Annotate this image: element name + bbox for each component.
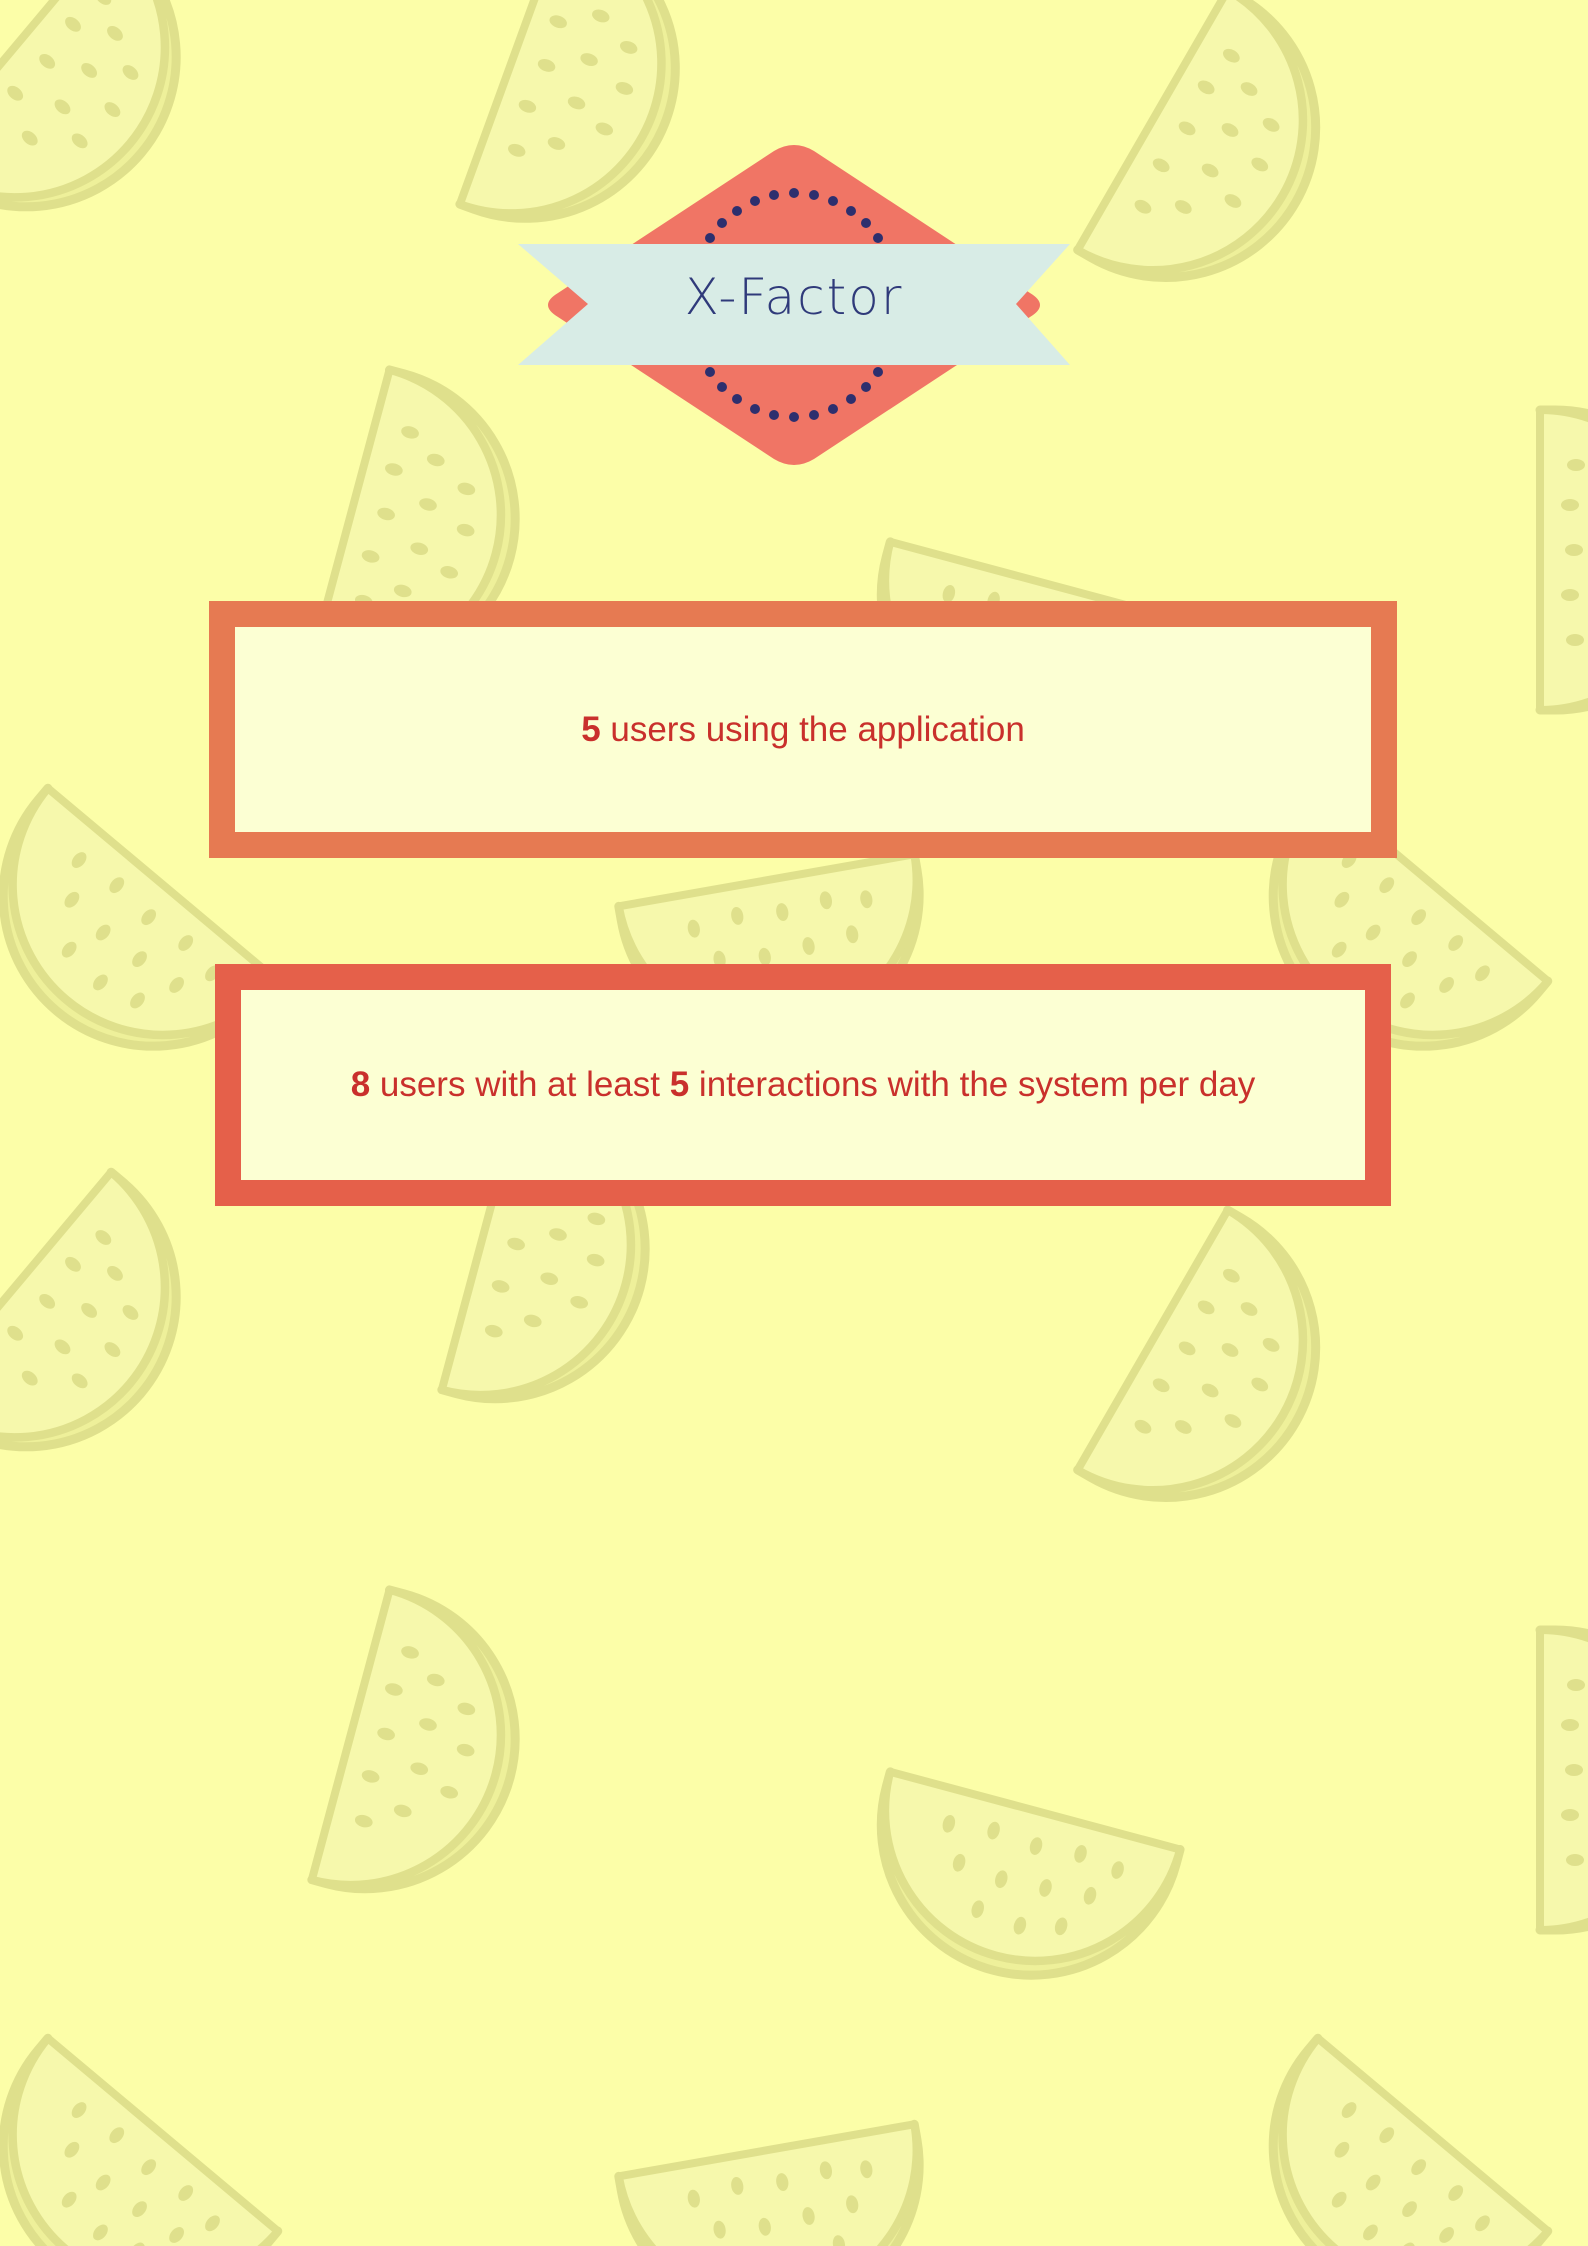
stat-text: 5 users using the application <box>581 710 1025 750</box>
stat-label: users using the application <box>600 709 1025 749</box>
stat-box-users: 5 users using the application <box>209 601 1397 858</box>
page-title: X-Factor <box>684 268 904 326</box>
stat-number: 5 <box>581 709 601 749</box>
stat-label: users with at least <box>370 1065 670 1104</box>
stat-number: 8 <box>350 1065 371 1104</box>
stat-text: 8 users with at least 5 interactions wit… <box>351 1065 1256 1105</box>
stat-number-secondary: 5 <box>669 1065 690 1104</box>
stat-box-interactions: 8 users with at least 5 interactions wit… <box>215 964 1391 1206</box>
stat-label-secondary: interactions with the system per day <box>689 1065 1256 1104</box>
